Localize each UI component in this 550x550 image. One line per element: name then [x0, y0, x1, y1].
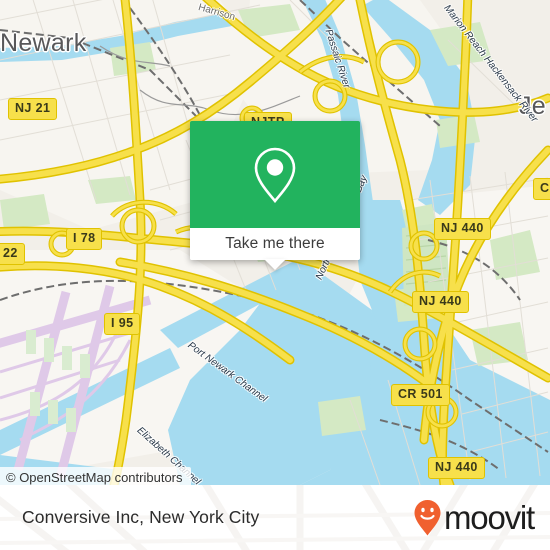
footer-bar: Conversive Inc, New York City moovit — [0, 485, 550, 550]
highway-shield-nj21[interactable]: NJ 21 — [8, 98, 58, 120]
moovit-logo[interactable]: moovit — [413, 485, 535, 550]
highway-shield-22[interactable]: 22 — [0, 243, 25, 265]
location-title: Conversive Inc, New York City — [22, 507, 260, 527]
popup-header — [190, 121, 360, 228]
highway-shield-i78[interactable]: I 78 — [66, 228, 103, 250]
highway-shield-i95[interactable]: I 95 — [104, 313, 141, 335]
take-me-there-button[interactable]: Take me there — [190, 228, 360, 270]
map-screenshot: Newark Je Passaic River Marion Reach Hac… — [0, 0, 550, 550]
take-me-there-label: Take me there — [225, 235, 325, 252]
map-canvas[interactable]: Newark Je Passaic River Marion Reach Hac… — [0, 0, 550, 485]
highway-shield-nj440-north[interactable]: NJ 440 — [434, 218, 491, 240]
moovit-wordmark: moovit — [444, 499, 535, 536]
location-popup-card[interactable]: Take me there — [190, 121, 360, 270]
highway-shield-nj440-south[interactable]: NJ 440 — [428, 457, 485, 479]
highway-shield-cr[interactable]: CR — [533, 178, 550, 200]
osm-attribution[interactable]: © OpenStreetMap contributors — [0, 467, 191, 485]
highway-shield-cr501[interactable]: CR 501 — [391, 384, 450, 406]
moovit-pin-icon — [414, 499, 441, 535]
popup-tail — [264, 259, 286, 270]
highway-shield-nj440-mid[interactable]: NJ 440 — [412, 291, 469, 313]
map-pin-icon — [254, 147, 296, 203]
